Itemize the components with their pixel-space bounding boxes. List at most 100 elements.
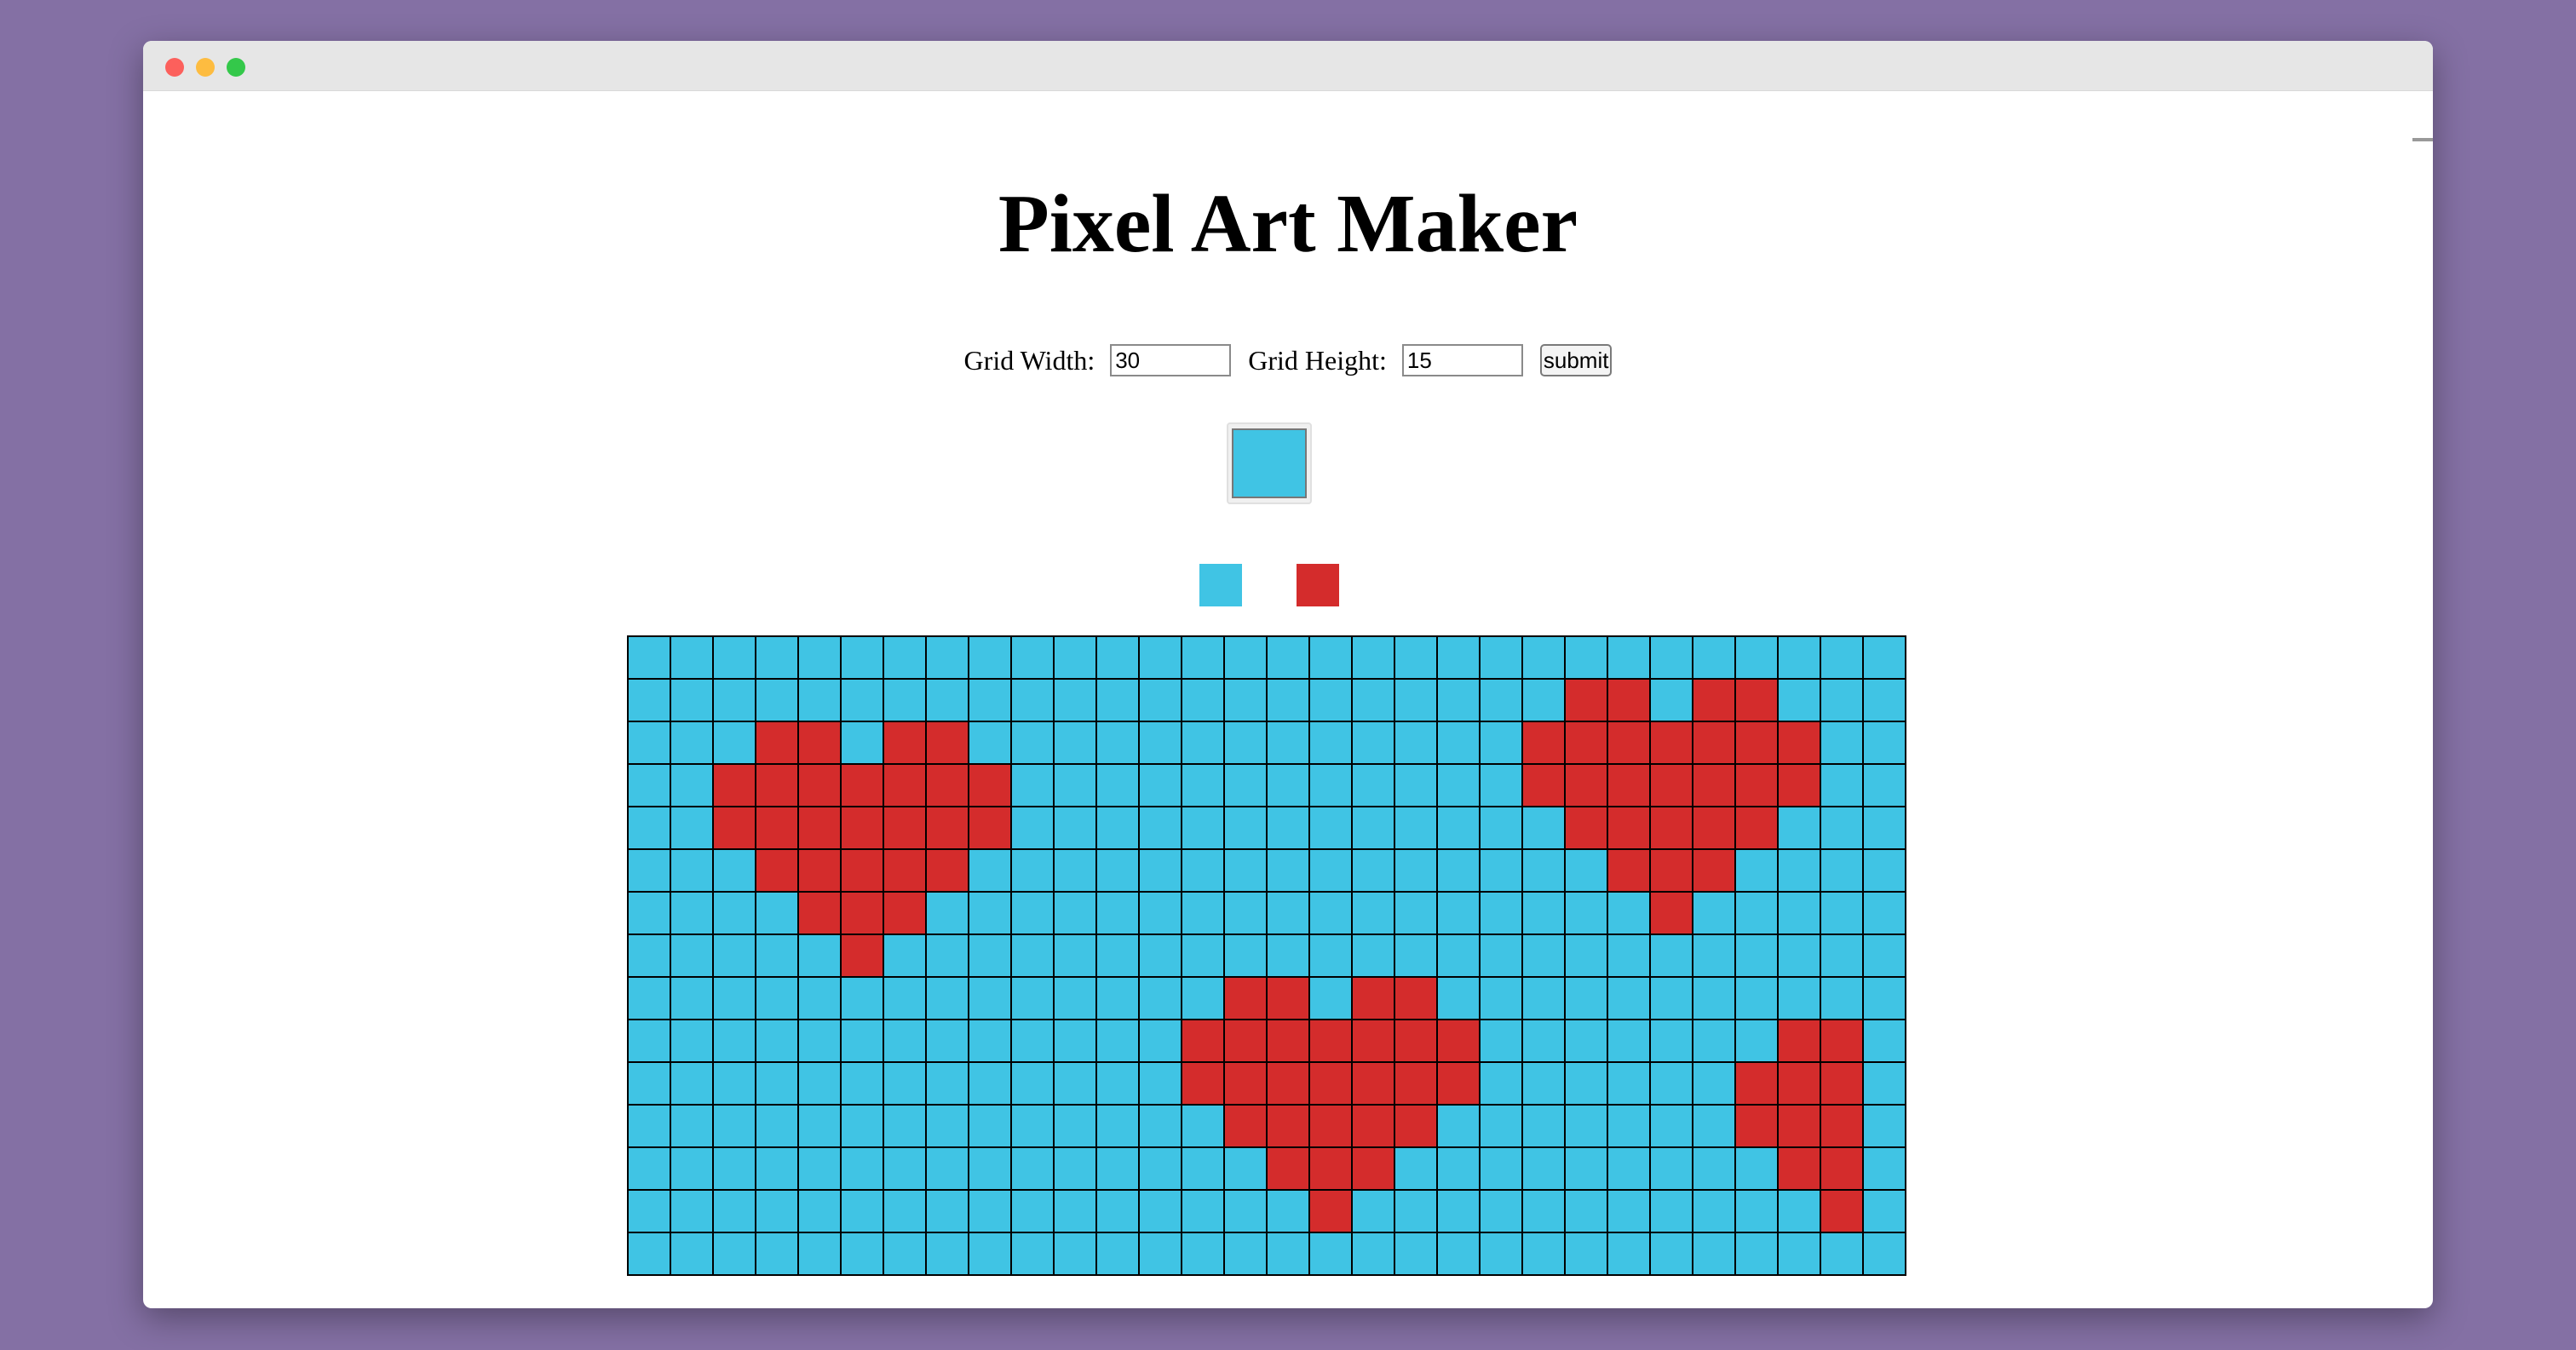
pixel-cell[interactable] — [1734, 721, 1779, 765]
pixel-cell[interactable] — [1862, 1104, 1906, 1148]
pixel-cell[interactable] — [1095, 891, 1140, 935]
pixel-cell[interactable] — [883, 635, 927, 680]
pixel-cell[interactable] — [1010, 1019, 1055, 1063]
pixel-cell[interactable] — [1862, 1146, 1906, 1191]
pixel-cell[interactable] — [1053, 635, 1097, 680]
pixel-cell[interactable] — [925, 1104, 969, 1148]
pixel-cell[interactable] — [797, 891, 842, 935]
grid-height-input[interactable] — [1401, 344, 1523, 376]
pixel-cell[interactable] — [1649, 891, 1693, 935]
pixel-cell[interactable] — [1564, 635, 1608, 680]
pixel-cell[interactable] — [712, 891, 756, 935]
pixel-cell[interactable] — [1862, 1061, 1906, 1106]
pixel-cell[interactable] — [840, 848, 884, 893]
pixel-cell[interactable] — [1351, 976, 1395, 1020]
pixel-cell[interactable] — [1607, 1189, 1651, 1233]
pixel-cell[interactable] — [1394, 635, 1438, 680]
pixel-cell[interactable] — [1436, 763, 1481, 807]
pixel-cell[interactable] — [1053, 1104, 1097, 1148]
pixel-cell[interactable] — [627, 891, 671, 935]
pixel-cell[interactable] — [627, 1146, 671, 1191]
pixel-cell[interactable] — [1479, 1061, 1523, 1106]
pixel-cell[interactable] — [1820, 1104, 1864, 1148]
pixel-cell[interactable] — [1223, 721, 1268, 765]
pixel-cell[interactable] — [1734, 1019, 1779, 1063]
pixel-cell[interactable] — [1053, 1146, 1097, 1191]
pixel-cell[interactable] — [968, 848, 1012, 893]
pixel-cell[interactable] — [755, 891, 799, 935]
pixel-cell[interactable] — [755, 1189, 799, 1233]
pixel-cell[interactable] — [1820, 976, 1864, 1020]
close-window-button[interactable] — [165, 58, 184, 77]
pixel-cell[interactable] — [627, 976, 671, 1020]
pixel-cell[interactable] — [1095, 1061, 1140, 1106]
pixel-cell[interactable] — [1777, 1146, 1821, 1191]
pixel-cell[interactable] — [840, 1146, 884, 1191]
pixel-cell[interactable] — [1564, 678, 1608, 722]
pixel-cell[interactable] — [1266, 1061, 1310, 1106]
pixel-cell[interactable] — [1095, 976, 1140, 1020]
pixel-cell[interactable] — [1181, 891, 1225, 935]
pixel-cell[interactable] — [1308, 1061, 1353, 1106]
pixel-cell[interactable] — [1095, 934, 1140, 978]
pixel-cell[interactable] — [712, 1019, 756, 1063]
pixel-cell[interactable] — [1521, 1061, 1566, 1106]
pixel-cell[interactable] — [1308, 1189, 1353, 1233]
pixel-cell[interactable] — [1351, 891, 1395, 935]
pixel-cell[interactable] — [1138, 763, 1182, 807]
pixel-cell[interactable] — [1181, 1146, 1225, 1191]
pixel-cell[interactable] — [1521, 848, 1566, 893]
pixel-cell[interactable] — [1862, 934, 1906, 978]
pixel-cell[interactable] — [968, 1061, 1012, 1106]
pixel-cell[interactable] — [797, 934, 842, 978]
pixel-cell[interactable] — [1010, 806, 1055, 850]
pixel-cell[interactable] — [1010, 678, 1055, 722]
pixel-cell[interactable] — [797, 806, 842, 850]
pixel-cell[interactable] — [1436, 635, 1481, 680]
pixel-cell[interactable] — [1223, 678, 1268, 722]
pixel-cell[interactable] — [968, 763, 1012, 807]
pixel-cell[interactable] — [1053, 721, 1097, 765]
pixel-cell[interactable] — [1266, 848, 1310, 893]
pixel-cell[interactable] — [1479, 1104, 1523, 1148]
pixel-cell[interactable] — [883, 763, 927, 807]
pixel-cell[interactable] — [1266, 934, 1310, 978]
pixel-cell[interactable] — [1479, 1019, 1523, 1063]
pixel-cell[interactable] — [1095, 1146, 1140, 1191]
pixel-cell[interactable] — [1436, 1146, 1481, 1191]
pixel-cell[interactable] — [1351, 934, 1395, 978]
pixel-cell[interactable] — [1436, 891, 1481, 935]
pixel-cell[interactable] — [1308, 721, 1353, 765]
pixel-cell[interactable] — [1351, 721, 1395, 765]
pixel-cell[interactable] — [670, 976, 714, 1020]
pixel-cell[interactable] — [1351, 1019, 1395, 1063]
pixel-cell[interactable] — [1862, 848, 1906, 893]
pixel-cell[interactable] — [1010, 976, 1055, 1020]
pixel-cell[interactable] — [1436, 678, 1481, 722]
pixel-cell[interactable] — [1564, 721, 1608, 765]
pixel-cell[interactable] — [925, 976, 969, 1020]
pixel-cell[interactable] — [1777, 891, 1821, 935]
pixel-cell[interactable] — [627, 763, 671, 807]
pixel-cell[interactable] — [1607, 1104, 1651, 1148]
pixel-cell[interactable] — [840, 1232, 884, 1276]
pixel-cell[interactable] — [755, 848, 799, 893]
pixel-cell[interactable] — [1564, 806, 1608, 850]
pixel-cell[interactable] — [1095, 1232, 1140, 1276]
pixel-cell[interactable] — [712, 976, 756, 1020]
pixel-cell[interactable] — [712, 1189, 756, 1233]
pixel-cell[interactable] — [1820, 848, 1864, 893]
pixel-cell[interactable] — [1734, 1189, 1779, 1233]
pixel-cell[interactable] — [1138, 678, 1182, 722]
pixel-cell[interactable] — [1521, 678, 1566, 722]
pixel-cell[interactable] — [627, 635, 671, 680]
pixel-cell[interactable] — [883, 678, 927, 722]
pixel-cell[interactable] — [1649, 635, 1693, 680]
pixel-cell[interactable] — [712, 1061, 756, 1106]
pixel-cell[interactable] — [1564, 1104, 1608, 1148]
pixel-cell[interactable] — [1223, 1061, 1268, 1106]
pixel-cell[interactable] — [883, 1232, 927, 1276]
pixel-cell[interactable] — [1692, 1104, 1736, 1148]
pixel-cell[interactable] — [1138, 1019, 1182, 1063]
pixel-cell[interactable] — [1053, 1189, 1097, 1233]
